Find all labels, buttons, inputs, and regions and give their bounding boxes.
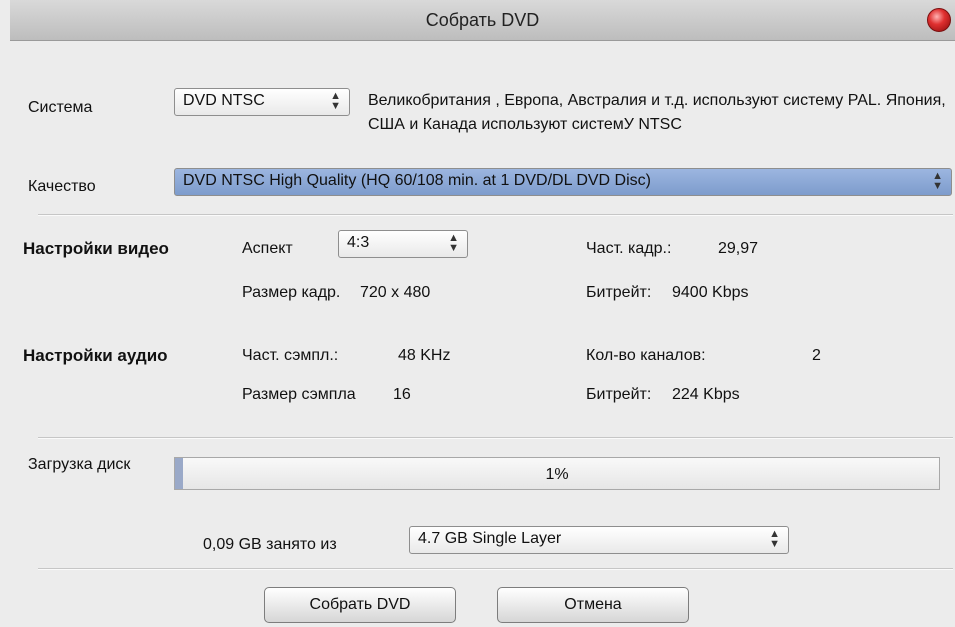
- channels-value: 2: [812, 347, 821, 364]
- framesize-label: Размер кадр.: [242, 284, 341, 301]
- dialog-content: Система DVD NTSC ▲ ▼ Великобритания , Евр…: [10, 41, 955, 627]
- up-down-arrows-icon: ▲ ▼: [769, 528, 780, 550]
- system-description: Великобритания , Европа, Австралия и т.д…: [368, 92, 946, 133]
- disc-load-label: Загрузка диск: [28, 456, 131, 473]
- quality-label: Качество: [28, 178, 96, 195]
- aspect-select-value: 4:3: [347, 234, 370, 251]
- system-select[interactable]: DVD NTSC ▲ ▼: [174, 88, 350, 116]
- quality-select[interactable]: DVD NTSC High Quality (HQ 60/108 min. at…: [174, 168, 952, 196]
- title-bar[interactable]: Собрать DVD: [10, 0, 955, 41]
- samplerate-value: 48 KHz: [398, 347, 451, 364]
- samplesize-value: 16: [393, 386, 411, 403]
- separator: [38, 437, 953, 439]
- samplerate-label: Част. сэмпл.:: [242, 347, 339, 364]
- up-down-arrows-icon: ▲ ▼: [932, 170, 943, 192]
- disc-type-value: 4.7 GB Single Layer: [418, 530, 562, 547]
- channels-label: Кол-во каналов:: [586, 347, 706, 364]
- system-select-value: DVD NTSC: [183, 92, 265, 109]
- video-bitrate-value: 9400 Kbps: [672, 284, 749, 301]
- window-title: Собрать DVD: [425, 10, 540, 30]
- up-down-arrows-icon: ▲ ▼: [448, 232, 459, 254]
- disc-load-progress: 1%: [174, 457, 940, 490]
- up-down-arrows-icon: ▲ ▼: [330, 90, 341, 112]
- framerate-label: Част. кадр.:: [586, 240, 672, 257]
- audio-bitrate-label: Битрейт:: [586, 386, 652, 403]
- disc-type-select[interactable]: 4.7 GB Single Layer ▲ ▼: [409, 526, 789, 554]
- separator: [38, 214, 953, 216]
- aspect-label: Аспект: [242, 240, 293, 257]
- samplesize-label: Размер сэмпла: [242, 386, 356, 403]
- aspect-select[interactable]: 4:3 ▲ ▼: [338, 230, 468, 258]
- build-dvd-button[interactable]: Собрать DVD: [264, 587, 456, 623]
- audio-settings-heading: Настройки аудио: [23, 346, 168, 365]
- audio-bitrate-value: 224 Kbps: [672, 386, 740, 403]
- progress-text: 1%: [545, 466, 569, 483]
- framerate-value: 29,97: [718, 240, 759, 257]
- dialog-window: Собрать DVD Система DVD NTSC ▲ ▼ Великобр…: [0, 0, 955, 627]
- cancel-button[interactable]: Отмена: [497, 587, 689, 623]
- disc-used-text: 0,09 GB занято из: [203, 536, 337, 553]
- separator: [38, 568, 953, 570]
- framesize-value: 720 x 480: [360, 284, 431, 301]
- quality-select-value: DVD NTSC High Quality (HQ 60/108 min. at…: [183, 172, 651, 189]
- close-icon[interactable]: [927, 8, 951, 32]
- video-bitrate-label: Битрейт:: [586, 284, 652, 301]
- system-label: Система: [28, 99, 93, 116]
- video-settings-heading: Настройки видео: [23, 239, 169, 258]
